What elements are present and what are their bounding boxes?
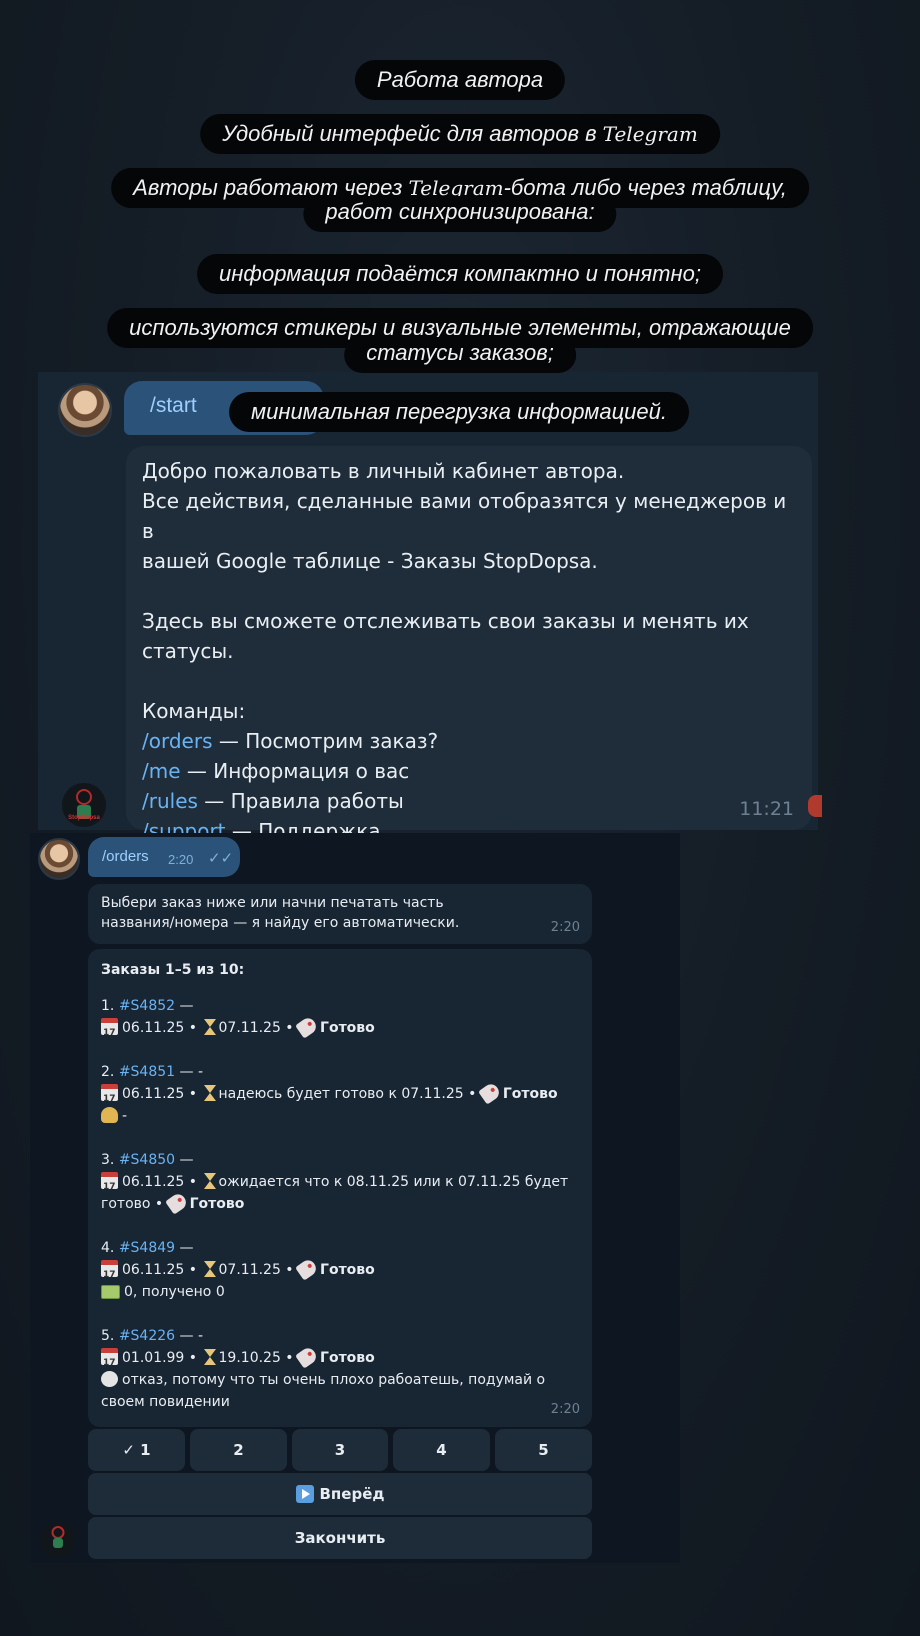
- order-list-header: Заказы 1–5 из 10:: [101, 962, 245, 978]
- double-check-icon: ✓✓: [208, 850, 234, 867]
- calendar-icon: [101, 1348, 118, 1374]
- caption-stickers-line2: статусы заказов;: [344, 337, 576, 373]
- message-time: 2:20: [550, 920, 580, 935]
- hourglass-icon: [203, 1085, 216, 1101]
- page-button-2[interactable]: 2: [190, 1429, 287, 1471]
- welcome-line: статусы.: [142, 639, 234, 663]
- caption-title: Работа автора: [354, 60, 566, 100]
- order-item: 4. #S4849 — 06.11.25 • 07.11.25 • Готово…: [101, 1237, 580, 1303]
- bot-avatar[interactable]: [40, 1522, 76, 1558]
- label-icon: [477, 1081, 502, 1105]
- commands-header: Команды:: [142, 699, 246, 723]
- welcome-line: Добро пожаловать в личный кабинет автора…: [142, 459, 625, 483]
- order-link[interactable]: #S4850: [119, 1152, 175, 1168]
- money-icon: [101, 1285, 120, 1299]
- play-icon: [295, 1485, 314, 1503]
- message-order-list[interactable]: Заказы 1–5 из 10: 1. #S4852 — 06.11.25 •…: [88, 949, 592, 1427]
- page-button-3[interactable]: 3: [292, 1429, 388, 1471]
- hourglass-icon: [203, 1173, 216, 1189]
- message-time: 2:20: [550, 1402, 580, 1417]
- message-time: 2:20: [168, 852, 194, 867]
- message-prompt[interactable]: Выбери заказ ниже или начни печатать час…: [88, 884, 592, 944]
- order-link[interactable]: #S4852: [119, 998, 175, 1014]
- order-item: 1. #S4852 — 06.11.25 • 07.11.25 • Готово: [101, 995, 580, 1044]
- page-button-4[interactable]: 4: [393, 1429, 490, 1471]
- user-avatar[interactable]: [58, 383, 112, 437]
- caption-compact: информация подаётся компактно и понятно;: [197, 254, 723, 294]
- forward-button[interactable]: Вперёд: [88, 1473, 592, 1515]
- hourglass-icon: [203, 1261, 216, 1277]
- caption-interface: Удобный интерфейс для авторов в Telegram: [200, 114, 720, 154]
- label-icon: [295, 1257, 319, 1281]
- bot-avatar[interactable]: StopDopsa: [62, 783, 106, 827]
- command-link-rules[interactable]: /rules: [142, 789, 198, 813]
- order-link[interactable]: #S4849: [119, 1240, 175, 1256]
- reaction-icon: [808, 795, 822, 817]
- command-link-orders[interactable]: /orders: [142, 729, 213, 753]
- calendar-icon: [101, 1084, 118, 1110]
- page-button-1[interactable]: ✓ 1: [88, 1429, 185, 1471]
- command-rules: /rules — Правила работы: [142, 789, 404, 813]
- order-item: 5. #S4226 — - 01.01.99 • 19.10.25 • Гото…: [101, 1325, 580, 1413]
- label-icon: [295, 1345, 319, 1369]
- finish-button[interactable]: Закончить: [88, 1517, 592, 1559]
- order-link[interactable]: #S4226: [119, 1328, 175, 1344]
- calendar-icon: [101, 1018, 118, 1044]
- order-link[interactable]: #S4851: [119, 1064, 175, 1080]
- hourglass-icon: [203, 1349, 216, 1365]
- page-button-5[interactable]: 5: [495, 1429, 592, 1471]
- order-item: 2. #S4851 — - 06.11.25 • надеюсь будет г…: [101, 1061, 580, 1127]
- message-welcome[interactable]: Добро пожаловать в личный кабинет автора…: [126, 446, 812, 843]
- command-me: /me — Информация о вас: [142, 759, 410, 783]
- calendar-icon: [101, 1260, 118, 1286]
- command-link-me[interactable]: /me: [142, 759, 181, 783]
- user-avatar[interactable]: [38, 838, 80, 880]
- calendar-icon: [101, 1172, 118, 1198]
- order-item: 3. #S4850 — 06.11.25 • ожидается что к 0…: [101, 1149, 580, 1215]
- welcome-line: Здесь вы сможете отслеживать свои заказы…: [142, 609, 749, 633]
- message-time: 11:21: [739, 798, 794, 820]
- label-icon: [164, 1191, 189, 1215]
- caption-authors-line2: работ синхронизирована:: [303, 196, 617, 232]
- caption-minimal: минимальная перегрузка информацией.: [229, 392, 689, 432]
- message-orders-command[interactable]: /orders 2:20 ✓✓: [88, 837, 240, 877]
- welcome-line: Все действия, сделанные вами отобразятся…: [142, 489, 787, 543]
- welcome-line: вашей Google таблице - Заказы StopDopsa.: [142, 549, 598, 573]
- label-icon: [295, 1015, 319, 1039]
- hourglass-icon: [203, 1019, 216, 1035]
- command-orders: /orders — Посмотрим заказ?: [142, 729, 439, 753]
